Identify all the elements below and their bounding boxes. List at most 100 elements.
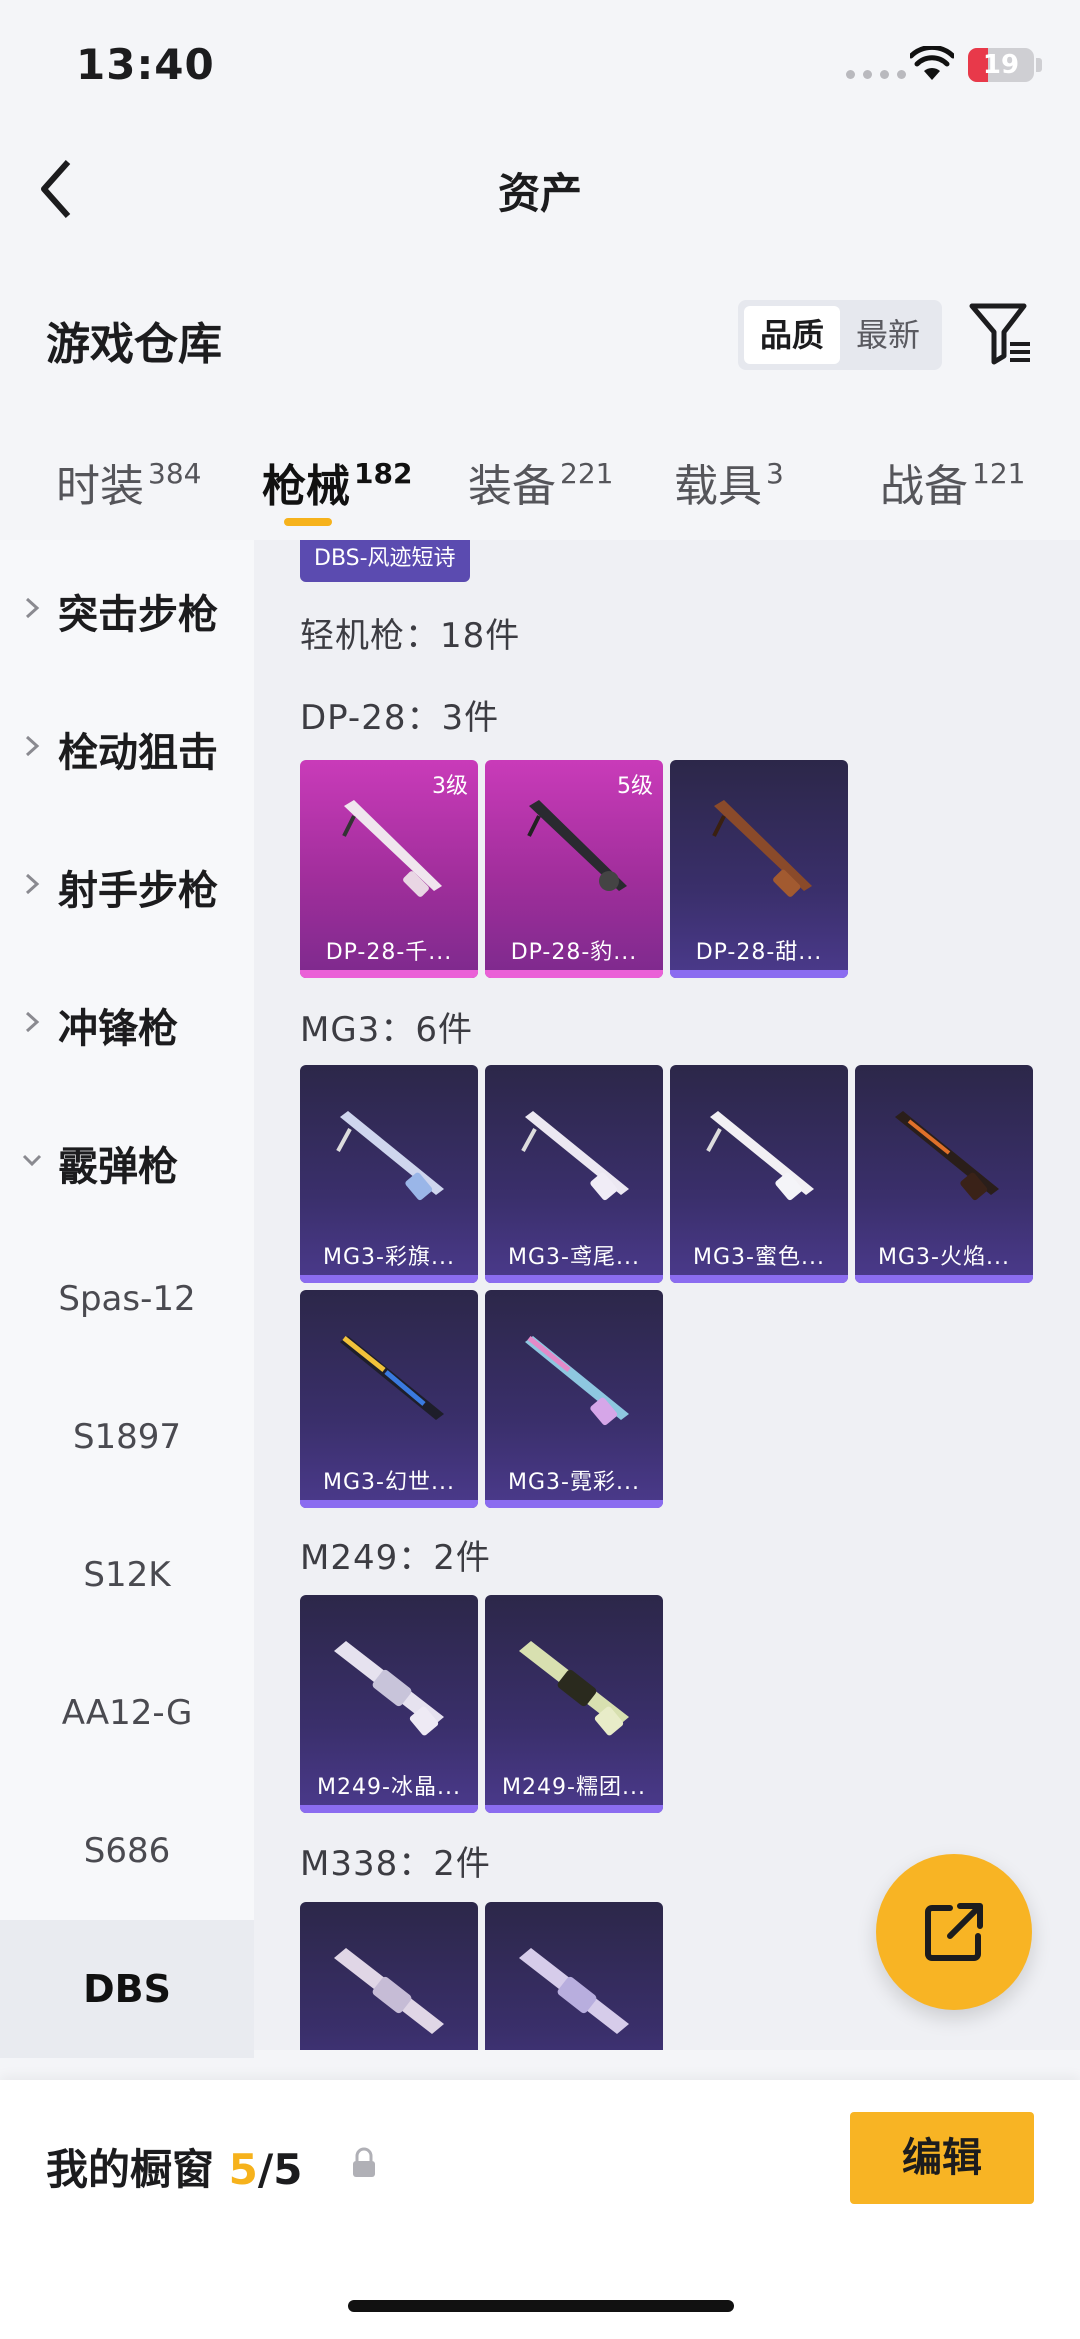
sidebar-item-smg[interactable]: 冲锋枪 — [0, 954, 254, 1092]
gun-icon — [525, 1336, 629, 1426]
tab-count: 3 — [766, 457, 784, 490]
status-time: 13:40 — [76, 40, 215, 89]
tab-count: 182 — [354, 457, 413, 490]
filter-icon[interactable] — [966, 298, 1034, 366]
edit-button[interactable]: 编辑 — [850, 2112, 1034, 2204]
home-indicator — [348, 2300, 734, 2312]
group-title: DP-28：3件 — [300, 698, 500, 738]
item-name: MG3-彩旗... — [323, 1245, 455, 1270]
rarity-bar — [300, 1805, 478, 1813]
sidebar-item-label: 突击步枪 — [58, 592, 218, 638]
item-card[interactable]: 5级 DP-28-豹... — [485, 760, 663, 978]
tab-equipment[interactable]: 装备 221 — [468, 450, 613, 514]
item-list: DBS-风迹短诗 轻机枪：18件 DP-28：3件 3级 DP-28-千... … — [254, 540, 1080, 2050]
gun-icon — [712, 800, 812, 897]
item-name: DP-28-甜... — [695, 940, 823, 965]
item-name: MG3-幻世... — [323, 1470, 455, 1495]
gun-icon — [706, 1111, 814, 1201]
share-fab-button[interactable] — [876, 1854, 1032, 2010]
tab-label: 枪械 — [262, 461, 350, 512]
sidebar-sub-item-active[interactable]: DBS — [0, 1920, 254, 2058]
chevron-right-icon — [25, 1011, 40, 1033]
rarity-bar — [670, 970, 848, 978]
sort-latest-option[interactable]: 最新 — [840, 306, 936, 364]
gun-icon — [334, 1641, 444, 1736]
tab-guns[interactable]: 枪械 182 — [262, 450, 412, 514]
gun-icon — [521, 1111, 629, 1201]
chevron-right-icon — [25, 735, 40, 757]
tab-supplies[interactable]: 战备 121 — [880, 450, 1025, 514]
item-card[interactable]: MG3-霓彩... — [485, 1290, 663, 1508]
item-card[interactable]: MG3-彩旗... — [300, 1065, 478, 1283]
rarity-bar — [485, 1275, 663, 1283]
tab-label: 载具 — [674, 461, 762, 512]
cellular-signal-icon — [846, 70, 906, 79]
item-card[interactable]: MG3-火焰... — [855, 1065, 1033, 1283]
item-card[interactable]: MG3-鸢尾... — [485, 1065, 663, 1283]
battery-tip — [1036, 58, 1042, 72]
chevron-down-icon — [22, 1154, 42, 1167]
item-card[interactable] — [485, 1902, 663, 2050]
tab-label: 装备 — [468, 461, 556, 512]
rarity-bar — [485, 1500, 663, 1508]
rarity-bar — [485, 1805, 663, 1813]
item-name: MG3-火焰... — [878, 1245, 1010, 1270]
chevron-right-icon — [25, 597, 40, 619]
section-title: 游戏仓库 — [46, 319, 222, 370]
sidebar-sub-item[interactable]: S686 — [0, 1782, 254, 1920]
tab-label: 时装 — [56, 461, 144, 512]
showcase-total-count: /5 — [257, 2145, 303, 2194]
rarity-bar — [300, 1275, 478, 1283]
item-card[interactable] — [300, 1902, 478, 2050]
item-chip[interactable]: DBS-风迹短诗 — [300, 540, 470, 582]
sidebar-item-assault-rifle[interactable]: 突击步枪 — [0, 540, 254, 678]
item-card[interactable]: DP-28-甜... — [670, 760, 848, 978]
gun-icon — [334, 1948, 444, 2034]
chevron-right-icon — [25, 873, 40, 895]
sidebar-item-label: 冲锋枪 — [58, 1006, 178, 1052]
sidebar-sub-item[interactable]: AA12-G — [0, 1644, 254, 1782]
tab-vehicles[interactable]: 载具 3 — [674, 450, 784, 514]
item-card[interactable]: M249-冰晶... — [300, 1595, 478, 1813]
gun-icon — [336, 1111, 444, 1201]
gun-icon — [340, 1336, 444, 1420]
item-card[interactable]: MG3-幻世... — [300, 1290, 478, 1508]
item-card[interactable]: 3级 DP-28-千... — [300, 760, 478, 978]
lock-icon — [353, 2147, 375, 2177]
item-card[interactable]: M249-糯团... — [485, 1595, 663, 1813]
item-name: DP-28-千... — [325, 940, 453, 965]
sidebar-item-marksman-rifle[interactable]: 射手步枪 — [0, 816, 254, 954]
active-tab-indicator — [284, 518, 332, 526]
item-name: M249-糯团... — [502, 1775, 646, 1800]
share-icon — [925, 1903, 983, 1961]
item-name: MG3-鸢尾... — [508, 1245, 640, 1270]
sidebar-sub-item[interactable]: Spas-12 — [0, 1230, 254, 1368]
sidebar-item-bolt-sniper[interactable]: 栓动狙击 — [0, 678, 254, 816]
sidebar-item-label: 霰弹枪 — [58, 1144, 178, 1190]
sidebar-item-shotgun[interactable]: 霰弹枪 — [0, 1092, 254, 1230]
rarity-bar — [855, 1275, 1033, 1283]
tab-label: 战备 — [880, 461, 968, 512]
sidebar-item-label: 射手步枪 — [58, 868, 218, 914]
tab-fashion[interactable]: 时装 384 — [56, 450, 201, 514]
sort-quality-option[interactable]: 品质 — [744, 306, 840, 364]
battery-level: 19 — [982, 50, 1020, 80]
item-card[interactable]: MG3-蜜色... — [670, 1065, 848, 1283]
sidebar-sub-item[interactable]: S1897 — [0, 1368, 254, 1506]
group-title: M338：2件 — [300, 1844, 491, 1884]
gun-icon — [519, 1948, 629, 2034]
gun-icon — [895, 1111, 999, 1201]
rarity-bar — [485, 970, 663, 978]
item-name: DP-28-豹... — [510, 940, 638, 965]
wifi-icon — [910, 46, 954, 80]
category-tabs: 时装 384 枪械 182 装备 221 载具 3 战备 121 — [0, 430, 1080, 540]
gun-icon — [527, 800, 627, 891]
gun-icon — [519, 1641, 629, 1736]
tab-count: 221 — [560, 457, 614, 490]
item-name: M249-冰晶... — [317, 1775, 461, 1800]
sort-toggle: 品质 最新 — [738, 300, 942, 370]
group-title: M249：2件 — [300, 1538, 491, 1578]
page-title: 资产 — [497, 169, 582, 218]
rarity-bar — [300, 970, 478, 978]
sidebar-sub-item[interactable]: S12K — [0, 1506, 254, 1644]
